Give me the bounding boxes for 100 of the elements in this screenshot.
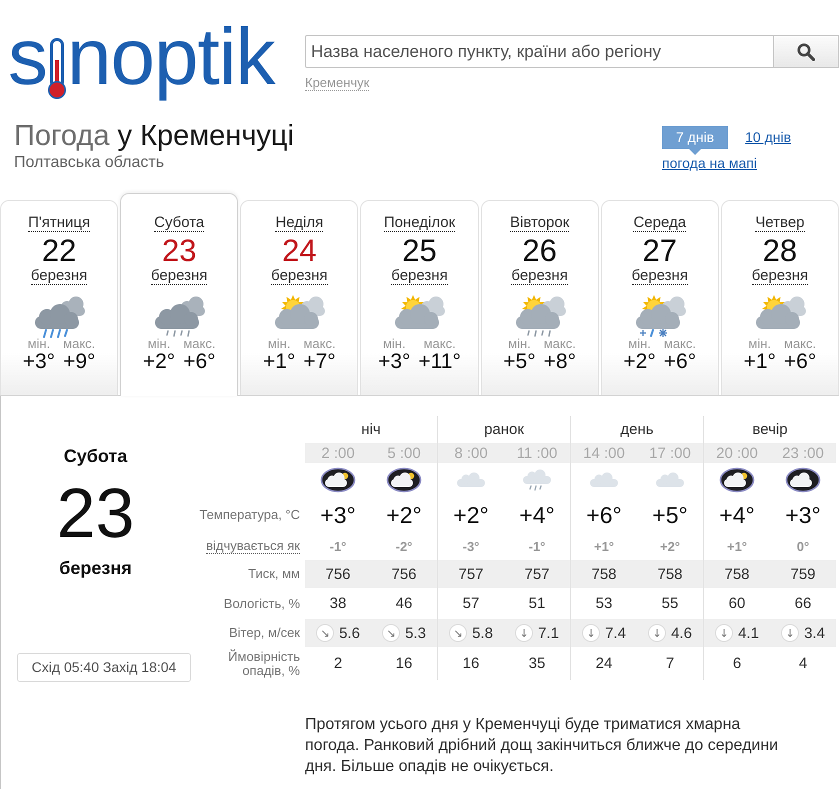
feels-like-value: +1° xyxy=(594,539,614,554)
feels-like-value: 0° xyxy=(796,539,810,554)
wind-speed: 7.4 xyxy=(605,624,626,642)
max-label: макс. xyxy=(303,337,336,351)
pressure-cell: 756 xyxy=(371,560,437,588)
day-month: березня xyxy=(391,267,448,285)
min-label: мін. xyxy=(382,337,406,351)
temperature-value: +4° xyxy=(719,502,755,528)
precipitation-value: 16 xyxy=(396,655,412,672)
sunrise-sunset: Схід 05:40 Захід 18:04 xyxy=(17,653,191,682)
day-name: Середа xyxy=(633,214,686,232)
humidity-value: 55 xyxy=(662,595,678,612)
day-month: березня xyxy=(151,267,208,285)
day-tab[interactable]: Середа 27 березня мін. +2° макс. +6° xyxy=(600,200,719,395)
max-label: макс. xyxy=(183,337,216,351)
feels-like-label[interactable]: відчувається як xyxy=(206,539,300,554)
period-label: день xyxy=(620,421,654,438)
feels-like-value: +2° xyxy=(660,539,680,554)
day-date: 27 xyxy=(642,235,678,267)
time-cell: 2 :00 xyxy=(305,443,371,463)
min-temperature: +1° xyxy=(744,351,776,373)
time-cell: 8 :00 xyxy=(438,443,504,463)
day-tab[interactable]: Вівторок 26 березня мін. +5° макс. +8° xyxy=(480,200,599,395)
pressure-cell: 758 xyxy=(637,560,703,588)
search-button[interactable] xyxy=(773,35,839,68)
min-label: мін. xyxy=(748,337,772,351)
day-month: березня xyxy=(511,267,568,285)
humidity-value: 60 xyxy=(728,595,746,612)
day-name: П'ятниця xyxy=(28,214,90,232)
row-label: Температура, °C xyxy=(199,508,300,522)
wind-speed: 7.1 xyxy=(538,624,559,642)
day-month: березня xyxy=(752,267,808,285)
day-tab[interactable]: Неділя 24 березня мін. +1° макс. +7° xyxy=(240,200,358,395)
page-title: Погода у Кременчуці xyxy=(14,119,294,153)
thermometer-icon xyxy=(48,38,66,100)
feels-like-value: -2° xyxy=(396,539,412,554)
pressure-cell: 758 xyxy=(571,560,637,588)
wind-speed: 4.6 xyxy=(671,624,692,642)
time-cell: 20 :00 xyxy=(704,443,770,463)
day-month: березня xyxy=(632,267,688,285)
humidity-value: 51 xyxy=(528,595,546,612)
humidity-value: 46 xyxy=(396,595,412,612)
max-label: макс. xyxy=(664,337,696,351)
max-temperature: +11° xyxy=(418,351,461,373)
search-icon xyxy=(797,42,815,60)
selected-month: березня xyxy=(59,557,132,579)
row-label: Тиск, мм xyxy=(248,567,300,581)
time-cell: 5 :00 xyxy=(371,443,437,463)
region-name: Полтавська область xyxy=(14,153,166,173)
min-label: мін. xyxy=(268,337,290,351)
min-label: мін. xyxy=(508,337,531,351)
pressure-cell: 758 xyxy=(704,560,770,588)
map-link[interactable]: погода на мапі xyxy=(662,154,757,172)
time-cell: 17 :00 xyxy=(637,443,703,463)
pressure-cell: 756 xyxy=(305,560,371,588)
precipitation-value: 2 xyxy=(334,655,342,672)
temperature-value: +6° xyxy=(586,502,622,528)
wind-speed: 5.3 xyxy=(405,624,426,642)
feels-like-value: -3° xyxy=(462,539,480,554)
day-tab[interactable]: Субота 23 березня мін. +2° макс. +6° xyxy=(120,193,238,396)
temperature-value: +2° xyxy=(386,502,422,528)
day-tab[interactable]: П'ятниця 22 березня мін. +3° макс. +9° xyxy=(0,200,118,395)
day-date: 26 xyxy=(522,235,557,267)
day-name: Субота xyxy=(154,214,204,232)
day-name: Четвер xyxy=(755,214,805,232)
wind-speed: 5.8 xyxy=(472,624,493,642)
day-tab[interactable]: Четвер 28 березня мін. +1° макс. +6° xyxy=(720,200,839,395)
precipitation-value: 7 xyxy=(666,655,674,672)
wind-speed: 4.1 xyxy=(738,624,759,642)
period-label: ніч xyxy=(361,421,381,438)
range-tab[interactable]: 10 днів xyxy=(731,126,806,149)
precipitation-value: 6 xyxy=(732,655,742,672)
max-label: макс. xyxy=(63,337,96,351)
max-temperature: +6° xyxy=(664,351,696,373)
min-label: мін. xyxy=(148,337,170,351)
feels-like-value: -1° xyxy=(330,539,346,554)
min-temperature: +3° xyxy=(22,351,56,373)
day-tab[interactable]: Понеділок 25 березня мін. +3° макс. +11° xyxy=(360,200,479,395)
precipitation-value: 35 xyxy=(528,655,546,672)
row-label: Вологість, % xyxy=(224,596,300,610)
search-field[interactable]: Назва населеного пункту, країни або регіону xyxy=(305,35,773,68)
humidity-value: 53 xyxy=(596,595,612,612)
max-label: макс. xyxy=(544,337,576,351)
min-temperature: +1° xyxy=(263,351,296,373)
day-date: 24 xyxy=(282,235,317,267)
selected-day-name: Субота xyxy=(64,445,128,467)
max-temperature: +6° xyxy=(784,351,816,373)
humidity-value: 38 xyxy=(330,595,346,612)
humidity-value: 66 xyxy=(794,595,812,612)
forecast-description: Протягом усього дня у Кременчуці буде триматися хмарна погода. Ранковий дрібний дощ закінчиться ближче до середини дня. Більше опадів не очікується. xyxy=(305,715,780,777)
selected-date: 23 xyxy=(56,478,134,548)
min-temperature: +2° xyxy=(142,351,176,373)
min-temperature: +3° xyxy=(378,351,410,373)
day-date: 25 xyxy=(402,235,437,267)
humidity-value: 57 xyxy=(462,595,480,612)
min-temperature: +5° xyxy=(503,351,536,373)
row-label: Вітер, м/сек xyxy=(228,626,300,640)
feels-like-value: -1° xyxy=(528,539,546,554)
day-name: Понеділок xyxy=(384,214,456,232)
min-label: мін. xyxy=(628,337,651,351)
